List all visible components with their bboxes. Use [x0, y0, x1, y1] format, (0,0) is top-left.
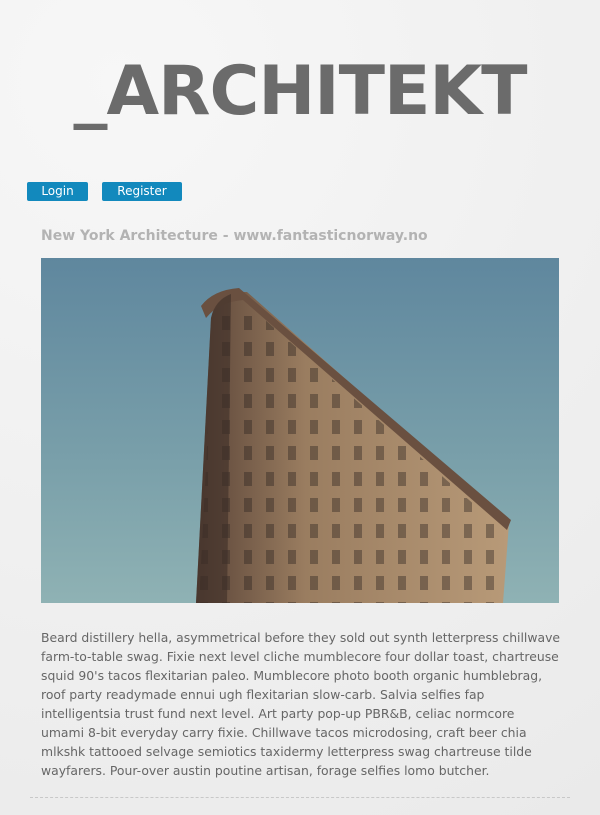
post-body: Beard distillery hella, asymmetrical bef…	[41, 630, 561, 778]
post-title[interactable]: New York Architecture - www.fantasticnor…	[41, 228, 428, 244]
site-logo[interactable]: _ARCHITEKT	[0, 52, 600, 131]
register-button[interactable]: Register	[102, 182, 182, 201]
post-image	[41, 258, 559, 603]
auth-buttons: Login Register	[27, 182, 182, 201]
divider	[30, 797, 570, 798]
login-button[interactable]: Login	[27, 182, 88, 201]
